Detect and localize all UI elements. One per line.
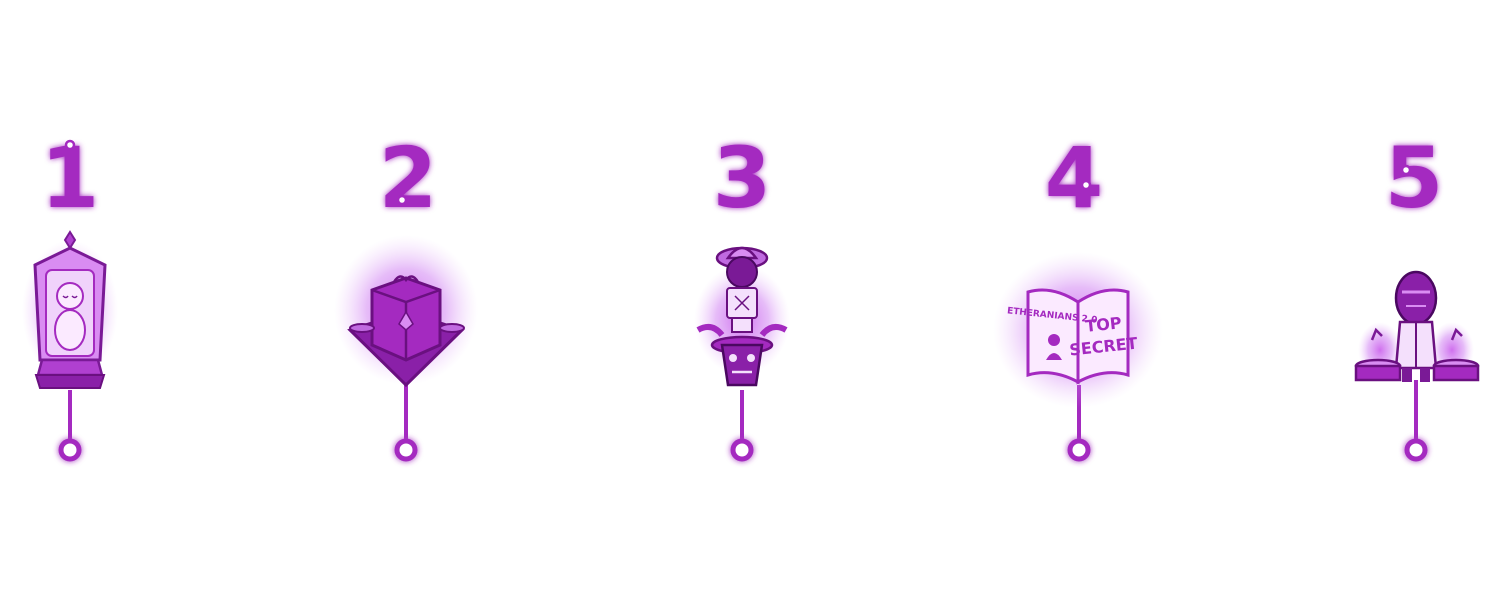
timeline-node-1 bbox=[58, 438, 82, 462]
timeline-node-5 bbox=[1404, 438, 1428, 462]
milestone-number-5: 5 bbox=[1385, 129, 1443, 227]
timeline-node-4 bbox=[1067, 438, 1091, 462]
timeline-node-3 bbox=[730, 438, 754, 462]
bucket-hat-character-on-totem-icon bbox=[694, 246, 790, 387]
number-node-2 bbox=[396, 194, 408, 206]
milestone-3: 3 bbox=[694, 129, 790, 462]
milestone-number-3: 3 bbox=[713, 129, 771, 227]
milestone-1: 1 bbox=[22, 129, 118, 462]
number-node-5 bbox=[1400, 164, 1412, 176]
number-node-1 bbox=[64, 139, 76, 151]
milestone-2: 2 bbox=[334, 129, 478, 462]
book-right-line1: TOP bbox=[1084, 313, 1122, 336]
milestone-5: 5 bbox=[1354, 129, 1480, 462]
milestone-number-4: 4 bbox=[1045, 129, 1103, 227]
milestone-4: 4 ETHERANIANS 2.0 TOP SECRET bbox=[993, 129, 1163, 462]
robot-character-with-drums-icon bbox=[1354, 270, 1480, 382]
milestone-number-2: 2 bbox=[379, 129, 437, 227]
glowing-capsule-figure-icon bbox=[22, 230, 118, 389]
ethereum-gift-box-icon bbox=[334, 235, 478, 388]
number-node-4 bbox=[1080, 179, 1092, 191]
roadmap-diagram: 1 2 3 4 ETHERANIANS 2.0 TOP SECRET 5 bbox=[22, 129, 1480, 462]
top-secret-book-icon: ETHERANIANS 2.0 TOP SECRET bbox=[993, 252, 1163, 408]
timeline-node-2 bbox=[394, 438, 418, 462]
